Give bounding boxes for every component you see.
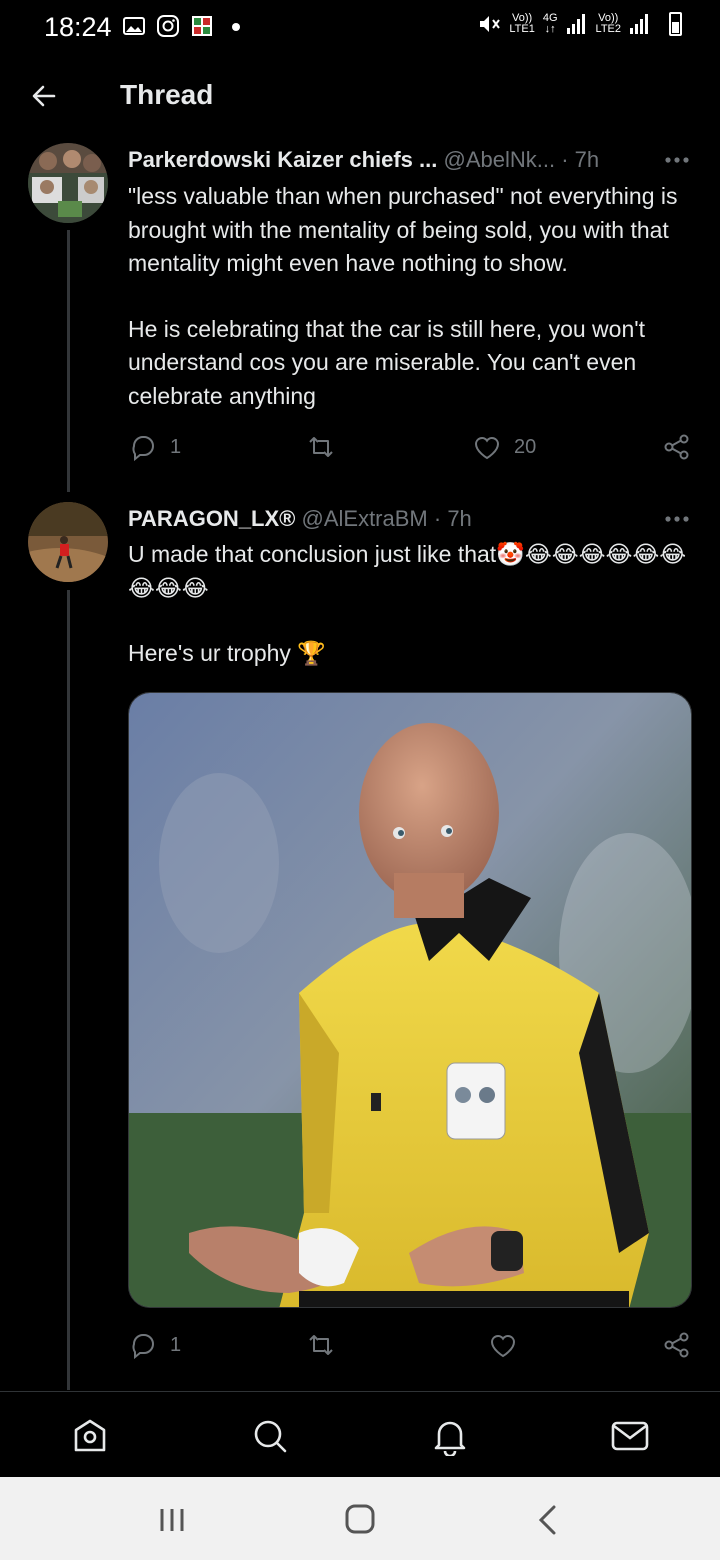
mute-icon xyxy=(480,16,501,32)
arrow-left-icon[interactable] xyxy=(28,80,60,112)
handle[interactable]: @AbelNk... xyxy=(444,147,556,172)
like-button[interactable]: 20 xyxy=(472,432,536,462)
display-name[interactable]: PARAGON_LX® xyxy=(128,506,295,531)
tweet-paragraph: "less valuable than when purchased" not … xyxy=(128,183,678,276)
more-options-icon[interactable] xyxy=(664,515,690,523)
like-button[interactable] xyxy=(488,1330,530,1360)
retweet-button[interactable] xyxy=(306,432,348,462)
app-icon xyxy=(192,16,212,36)
avatar[interactable] xyxy=(28,143,108,223)
signal-icon-2 xyxy=(630,14,648,34)
timestamp[interactable]: · 7h xyxy=(561,147,599,172)
back-nav-icon[interactable] xyxy=(528,1503,568,1537)
share-icon xyxy=(664,1332,689,1358)
bottom-tab-bar xyxy=(0,1391,720,1478)
messages-icon[interactable] xyxy=(610,1416,650,1456)
avatar-runner-image xyxy=(28,502,108,582)
sim1-label: Vo)) LTE1 xyxy=(509,12,535,35)
thread-connector xyxy=(67,590,70,1390)
tweet-actions: 1 xyxy=(128,1330,693,1364)
reply-count: 1 xyxy=(170,1333,182,1356)
share-button[interactable] xyxy=(662,1330,692,1360)
system-navigation-bar xyxy=(0,1477,720,1560)
like-count: 20 xyxy=(514,435,537,458)
tweet-header: PARAGON_LX® @AlExtraBM · 7h xyxy=(128,506,472,532)
display-name[interactable]: Parkerdowski Kaizer chiefs ... xyxy=(128,147,437,172)
page-title: Thread xyxy=(120,79,214,110)
thread-connector xyxy=(67,230,70,492)
instagram-icon xyxy=(157,15,179,37)
reply-icon xyxy=(132,436,154,462)
search-icon[interactable] xyxy=(250,1416,290,1456)
share-icon xyxy=(664,434,689,460)
sim2-label: Vo)) LTE2 xyxy=(595,12,621,35)
tweet-paragraph: U made that conclusion just like that🤡😂😂… xyxy=(128,541,687,601)
tweet-paragraph: He is celebrating that the car is still … xyxy=(128,315,646,409)
tweet-text: "less valuable than when purchased" not … xyxy=(128,180,693,413)
retweet-button[interactable] xyxy=(306,1330,348,1360)
avatar-collage-image xyxy=(28,143,108,223)
thread-header: Thread xyxy=(0,66,720,126)
timestamp[interactable]: · 7h xyxy=(434,506,472,531)
battery-icon xyxy=(669,12,682,36)
retweet-icon xyxy=(309,437,333,457)
status-time: 18:24 xyxy=(44,12,112,42)
share-button[interactable] xyxy=(662,432,692,462)
referee-photo xyxy=(129,693,691,1307)
network-label: 4G ↓↑ xyxy=(542,12,558,35)
tweet-paragraph: Here's ur trophy 🏆 xyxy=(128,640,326,666)
tweet-actions: 1 20 xyxy=(128,432,693,466)
tweet-text: U made that conclusion just like that🤡😂😂… xyxy=(128,538,693,671)
signal-icon xyxy=(566,14,585,34)
reply-button[interactable]: 1 xyxy=(128,432,181,462)
recent-apps-icon[interactable] xyxy=(152,1503,192,1537)
heart-icon xyxy=(490,1335,516,1358)
reply-count: 1 xyxy=(170,435,182,458)
tweet-media-photo[interactable] xyxy=(128,692,692,1308)
dot-icon xyxy=(232,23,240,31)
home-icon[interactable] xyxy=(70,1416,110,1456)
tweet-header: Parkerdowski Kaizer chiefs ... @AbelNk..… xyxy=(128,147,599,173)
home-button-icon[interactable] xyxy=(340,1503,380,1537)
gallery-icon xyxy=(123,17,145,35)
reply-icon xyxy=(132,1334,154,1360)
avatar[interactable] xyxy=(28,502,108,582)
heart-icon xyxy=(474,437,500,460)
reply-button[interactable]: 1 xyxy=(128,1330,181,1360)
notifications-icon[interactable] xyxy=(430,1416,470,1456)
handle[interactable]: @AlExtraBM xyxy=(302,506,428,531)
status-bar: 18:24 Vo)) LTE1 4G ↓↑ Vo)) LTE2 xyxy=(0,0,720,56)
more-options-icon[interactable] xyxy=(664,156,690,164)
system-status-icons: Vo)) LTE1 4G ↓↑ Vo)) LTE2 xyxy=(477,12,682,36)
retweet-icon xyxy=(309,1335,333,1355)
notification-icons xyxy=(122,14,248,38)
